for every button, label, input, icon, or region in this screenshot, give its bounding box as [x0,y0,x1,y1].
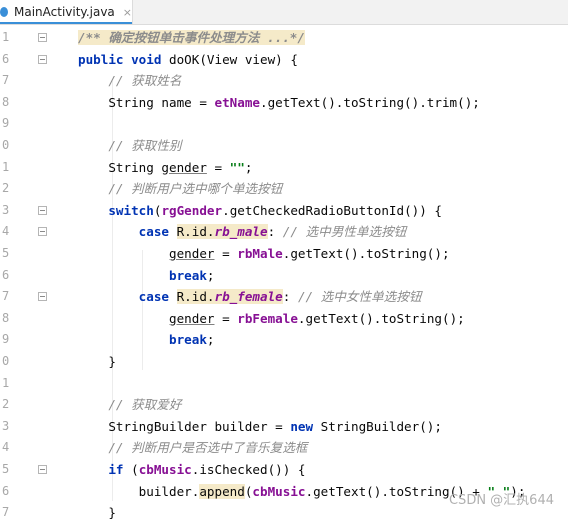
close-icon[interactable]: × [123,6,132,19]
code-line: 1 /** 确定按钮单击事件处理方法 ...*/ [0,27,568,49]
code-line: 0 } [0,351,568,373]
code-text: String name = etName.getText().toString(… [78,92,480,114]
line-number: 2 [2,394,16,416]
code-text: public void doOK(View view) { [78,49,298,71]
code-line: 2 // 获取爱好 [0,394,568,416]
code-text: gender = rbFemale.getText().toString(); [78,308,465,330]
code-text: } [78,502,116,524]
code-line: 6 break; [0,265,568,287]
code-line: 9 [0,113,568,135]
code-line: 1 String gender = ""; [0,157,568,179]
code-line: 3 StringBuilder builder = new StringBuil… [0,416,568,438]
line-number: 2 [2,178,16,200]
code-line: 4 case R.id.rb_male: // 选中男性单选按钮 [0,221,568,243]
code-text: } [78,351,116,373]
line-number: 6 [2,49,16,71]
line-number: 7 [2,502,16,524]
line-number: 1 [2,27,16,49]
fold-marker-icon[interactable] [38,292,47,301]
code-line: 8 gender = rbFemale.getText().toString()… [0,308,568,330]
code-line: 7 // 获取姓名 [0,70,568,92]
code-text: // 获取性别 [78,135,181,157]
line-number: 4 [2,437,16,459]
javadoc-comment[interactable]: /** 确定按钮单击事件处理方法 ...*/ [78,30,305,45]
line-number: 7 [2,286,16,308]
line-number: 0 [2,351,16,373]
code-line: 5 if (cbMusic.isChecked()) { [0,459,568,481]
code-text: // 获取爱好 [78,394,181,416]
watermark: CSDN @汇执644 [449,489,554,508]
code-text: if (cbMusic.isChecked()) { [78,459,306,481]
fold-marker-icon[interactable] [38,227,47,236]
line-number: 5 [2,459,16,481]
code-text: switch(rgGender.getCheckedRadioButtonId(… [78,200,442,222]
fold-marker-icon[interactable] [38,33,47,42]
code-text: StringBuilder builder = new StringBuilde… [78,416,442,438]
line-number: 9 [2,329,16,351]
line-number: 1 [2,157,16,179]
line-number: 3 [2,416,16,438]
line-number: 6 [2,265,16,287]
code-text: break; [78,265,215,287]
code-text: case R.id.rb_male: // 选中男性单选按钮 [78,221,406,243]
line-number: 7 [2,70,16,92]
fold-marker-icon[interactable] [38,206,47,215]
code-line: 2 // 判断用户选中哪个单选按钮 [0,178,568,200]
java-file-icon [0,7,8,17]
fold-marker-icon[interactable] [38,465,47,474]
line-number: 1 [2,373,16,395]
code-text: break; [78,329,215,351]
active-tab-indicator [0,22,132,24]
tab-label: MainActivity.java [14,5,115,19]
code-line: 7 case R.id.rb_female: // 选中女性单选按钮 [0,286,568,308]
fold-marker-icon[interactable] [38,55,47,64]
code-line: 1 [0,373,568,395]
code-text: String gender = ""; [78,157,252,179]
code-line: 9 break; [0,329,568,351]
line-number: 8 [2,308,16,330]
editor-tab-bar: MainActivity.java × [0,0,568,25]
code-text: case R.id.rb_female: // 选中女性单选按钮 [78,286,421,308]
code-text: // 判断用户是否选中了音乐复选框 [78,437,307,459]
code-line: 4 // 判断用户是否选中了音乐复选框 [0,437,568,459]
code-line: 5 gender = rbMale.getText().toString(); [0,243,568,265]
line-number: 4 [2,221,16,243]
code-text: // 判断用户选中哪个单选按钮 [78,178,282,200]
line-number: 3 [2,200,16,222]
code-line: 3 switch(rgGender.getCheckedRadioButtonI… [0,200,568,222]
line-number: 8 [2,92,16,114]
line-number: 5 [2,243,16,265]
code-line: 6 public void doOK(View view) { [0,49,568,71]
code-text: /** 确定按钮单击事件处理方法 ...*/ [78,27,305,49]
code-editor[interactable]: 1 /** 确定按钮单击事件处理方法 ...*/ 6 public void d… [0,25,568,516]
line-number: 0 [2,135,16,157]
code-line: 8 String name = etName.getText().toStrin… [0,92,568,114]
line-number: 6 [2,481,16,503]
code-text: gender = rbMale.getText().toString(); [78,243,450,265]
code-line: 0 // 获取性别 [0,135,568,157]
line-number: 9 [2,113,16,135]
code-text: // 获取姓名 [78,70,181,92]
tab-mainactivity[interactable]: MainActivity.java × [0,0,133,24]
